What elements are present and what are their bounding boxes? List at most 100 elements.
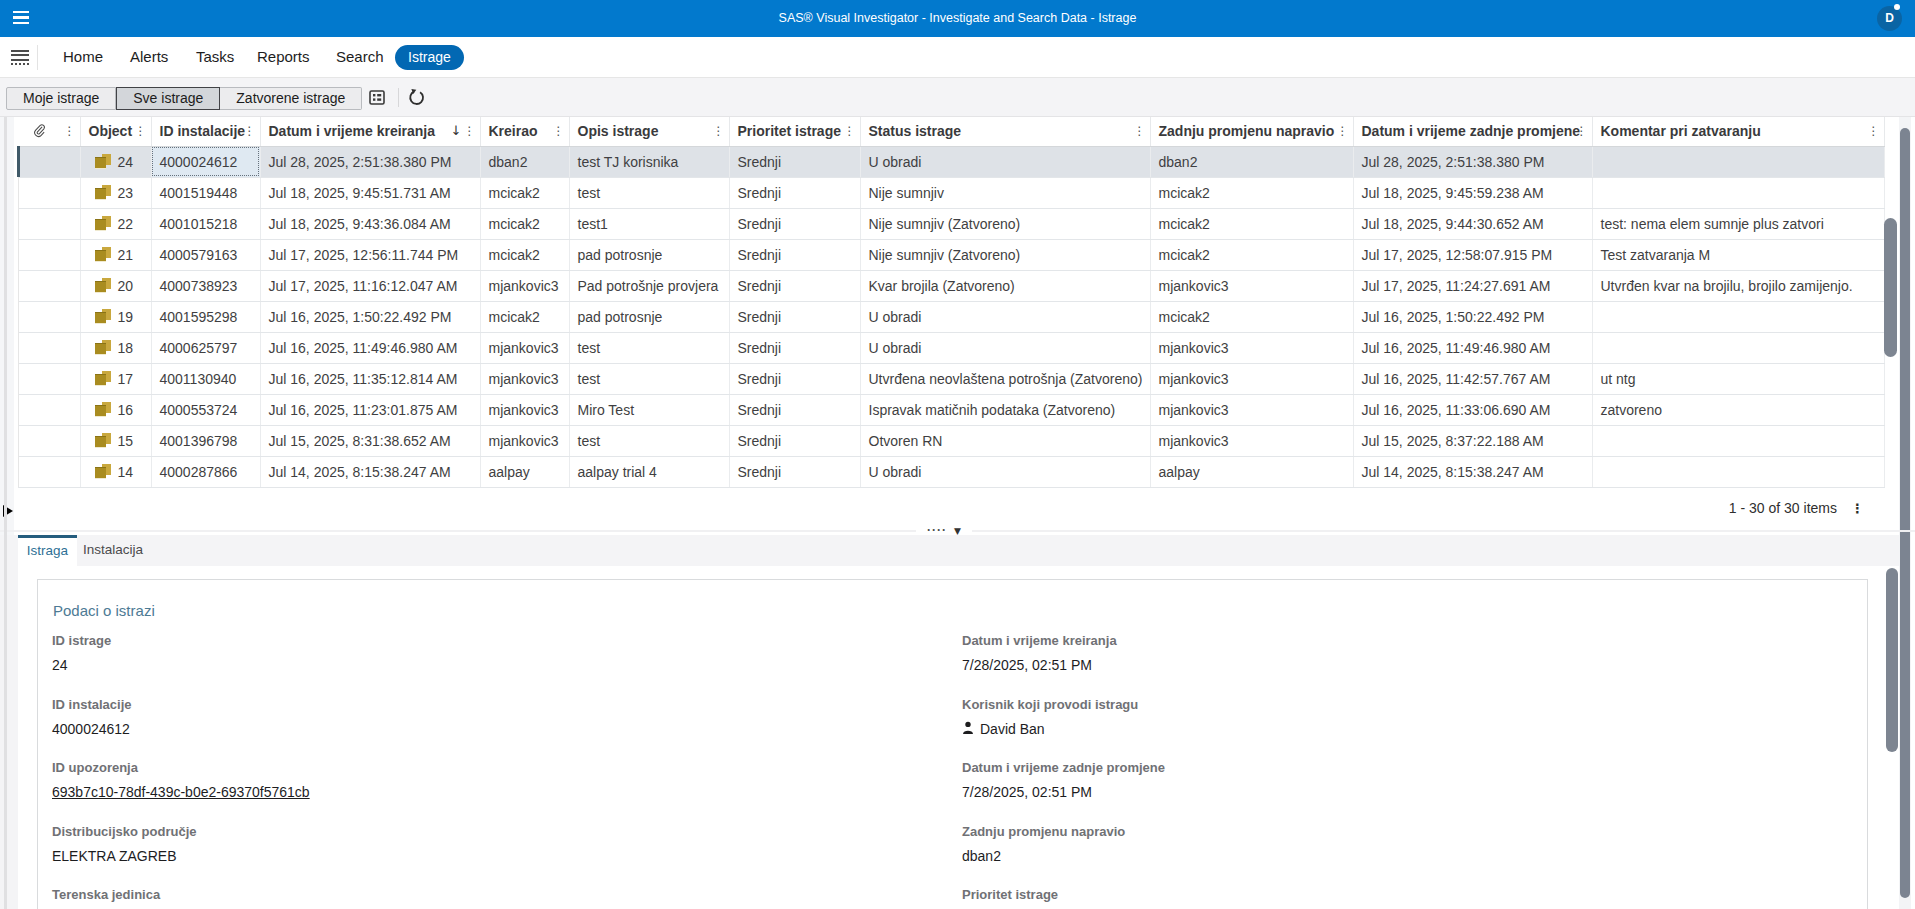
cell-kreirao[interactable]: mcicak2 (480, 239, 569, 270)
cell-instalacija[interactable]: 4001595298 (151, 301, 260, 332)
table-row[interactable]: 154001396798Jul 15, 2025, 8:31:38.652 AM… (18, 425, 1884, 456)
cell-komentar[interactable] (1592, 177, 1884, 208)
cell-zadnju[interactable]: mjankovic3 (1150, 425, 1353, 456)
alert-id-link[interactable]: 693b7c10-78df-439c-b0e2-69370f5761cb (52, 784, 310, 800)
cell-prioritet[interactable]: Srednji (729, 146, 860, 177)
cell-opis[interactable]: pad potrosnje (569, 301, 729, 332)
pagination-menu-icon[interactable]: ⋮ (1851, 501, 1864, 516)
cell-instalacija[interactable]: 4000553724 (151, 394, 260, 425)
cell-zadnju[interactable]: mcicak2 (1150, 208, 1353, 239)
column-header-attachment[interactable]: ⋮ (18, 117, 80, 146)
cell-status[interactable]: Nije sumnjiv (860, 177, 1150, 208)
cell-opis[interactable]: Pad potrošnje provjera (569, 270, 729, 301)
column-menu-icon[interactable]: ⋮ (1868, 124, 1880, 138)
cell-zadnju[interactable]: mcicak2 (1150, 301, 1353, 332)
cell-kreirao[interactable]: aalpay (480, 456, 569, 487)
cell-kreirao[interactable]: mjankovic3 (480, 425, 569, 456)
cell-promjena[interactable]: Jul 16, 2025, 11:49:46.980 AM (1353, 332, 1592, 363)
cell-promjena[interactable]: Jul 14, 2025, 8:15:38.247 AM (1353, 456, 1592, 487)
column-menu-icon[interactable]: ⋮ (464, 124, 476, 138)
cell-kreirano[interactable]: Jul 16, 2025, 11:35:12.814 AM (260, 363, 480, 394)
cell-zadnju[interactable]: dban2 (1150, 146, 1353, 177)
cell-promjena[interactable]: Jul 17, 2025, 12:58:07.915 PM (1353, 239, 1592, 270)
tab-istrage[interactable]: Istrage (395, 45, 464, 70)
cell-prioritet[interactable]: Srednji (729, 394, 860, 425)
cell-promjena[interactable]: Jul 16, 2025, 1:50:22.492 PM (1353, 301, 1592, 332)
table-row[interactable]: 194001595298Jul 16, 2025, 1:50:22.492 PM… (18, 301, 1884, 332)
cell-kreirano[interactable]: Jul 16, 2025, 1:50:22.492 PM (260, 301, 480, 332)
cell-komentar[interactable]: Test zatvaranja M (1592, 239, 1884, 270)
nav-item-home[interactable]: Home (63, 37, 103, 77)
column-menu-icon[interactable]: ⋮ (64, 124, 76, 138)
cell-kreirao[interactable]: mcicak2 (480, 208, 569, 239)
cell-kreirano[interactable]: Jul 17, 2025, 11:16:12.047 AM (260, 270, 480, 301)
cell-opis[interactable]: test TJ korisnika (569, 146, 729, 177)
cell-prioritet[interactable]: Srednji (729, 208, 860, 239)
column-header[interactable]: Prioritet istrage⋮ (729, 117, 860, 146)
cell-prioritet[interactable]: Srednji (729, 363, 860, 394)
nav-item-alerts[interactable]: Alerts (130, 37, 168, 77)
cell-opis[interactable]: test (569, 425, 729, 456)
cell-zadnju[interactable]: mjankovic3 (1150, 270, 1353, 301)
avatar[interactable]: D (1877, 6, 1902, 31)
cell-zadnju[interactable]: mjankovic3 (1150, 363, 1353, 394)
column-menu-icon[interactable]: ⋮ (244, 124, 256, 138)
tab-instalacija[interactable]: Instalacija (77, 535, 149, 566)
table-row[interactable]: 184000625797Jul 16, 2025, 11:49:46.980 A… (18, 332, 1884, 363)
cell-prioritet[interactable]: Srednji (729, 177, 860, 208)
column-header[interactable]: Zadnju promjenu napravio⋮ (1150, 117, 1353, 146)
cell-kreirano[interactable]: Jul 17, 2025, 12:56:11.744 PM (260, 239, 480, 270)
nav-item-search[interactable]: Search (336, 37, 384, 77)
cell-komentar[interactable] (1592, 332, 1884, 363)
cell-kreirao[interactable]: mjankovic3 (480, 270, 569, 301)
column-menu-icon[interactable]: ⋮ (1134, 124, 1146, 138)
column-header[interactable]: Datum i vrijeme zadnje promjene⋮ (1353, 117, 1592, 146)
filter-zatvorene-istrage[interactable]: Zatvorene istrage (220, 87, 362, 110)
column-menu-icon[interactable]: ⋮ (713, 124, 725, 138)
cell-komentar[interactable]: ut ntg (1592, 363, 1884, 394)
table-row[interactable]: 144000287866Jul 14, 2025, 8:15:38.247 AM… (18, 456, 1884, 487)
cell-zadnju[interactable]: aalpay (1150, 456, 1353, 487)
cell-prioritet[interactable]: Srednji (729, 301, 860, 332)
object-cell[interactable]: 18 (80, 332, 151, 363)
tab-istraga[interactable]: Istraga (18, 535, 77, 566)
cell-kreirao[interactable]: mjankovic3 (480, 332, 569, 363)
cell-kreirano[interactable]: Jul 14, 2025, 8:15:38.247 AM (260, 456, 480, 487)
column-header[interactable]: Datum i vrijeme kreiranja↓⋮ (260, 117, 480, 146)
cell-kreirano[interactable]: Jul 15, 2025, 8:31:38.652 AM (260, 425, 480, 456)
cell-instalacija[interactable]: 4001130940 (151, 363, 260, 394)
column-menu-icon[interactable]: ⋮ (844, 124, 856, 138)
cell-status[interactable]: U obradi (860, 146, 1150, 177)
page-scrollbar[interactable] (1899, 117, 1911, 909)
cell-kreirano[interactable]: Jul 28, 2025, 2:51:38.380 PM (260, 146, 480, 177)
cell-komentar[interactable] (1592, 301, 1884, 332)
cell-prioritet[interactable]: Srednji (729, 425, 860, 456)
column-menu-icon[interactable]: ⋮ (553, 124, 565, 138)
cell-kreirao[interactable]: mcicak2 (480, 177, 569, 208)
cell-kreirano[interactable]: Jul 16, 2025, 11:49:46.980 AM (260, 332, 480, 363)
cell-prioritet[interactable]: Srednji (729, 332, 860, 363)
cell-komentar[interactable]: zatvoreno (1592, 394, 1884, 425)
cell-instalacija[interactable]: 4000738923 (151, 270, 260, 301)
nav-item-reports[interactable]: Reports (257, 37, 310, 77)
cell-kreirao[interactable]: dban2 (480, 146, 569, 177)
cell-status[interactable]: Nije sumnjiv (Zatvoreno) (860, 208, 1150, 239)
table-row[interactable]: 244000024612Jul 28, 2025, 2:51:38.380 PM… (18, 146, 1884, 177)
cell-instalacija[interactable]: 4001015218 (151, 208, 260, 239)
sort-descending-icon[interactable]: ↓ (451, 123, 462, 138)
cell-promjena[interactable]: Jul 28, 2025, 2:51:38.380 PM (1353, 146, 1592, 177)
page-scrollbar-thumb[interactable] (1900, 128, 1910, 898)
object-cell[interactable]: 14 (80, 456, 151, 487)
cell-instalacija[interactable]: 4000579163 (151, 239, 260, 270)
object-cell[interactable]: 21 (80, 239, 151, 270)
column-menu-icon[interactable]: ⋮ (135, 124, 147, 138)
cell-komentar[interactable] (1592, 146, 1884, 177)
column-header[interactable]: Kreirao⋮ (480, 117, 569, 146)
refresh-icon[interactable] (407, 88, 426, 111)
cell-komentar[interactable] (1592, 425, 1884, 456)
object-cell[interactable]: 23 (80, 177, 151, 208)
object-cell[interactable]: 16 (80, 394, 151, 425)
field-value[interactable]: 693b7c10-78df-439c-b0e2-69370f5761cb (52, 784, 852, 800)
cell-kreirano[interactable]: Jul 18, 2025, 9:43:36.084 AM (260, 208, 480, 239)
cell-opis[interactable]: test (569, 332, 729, 363)
